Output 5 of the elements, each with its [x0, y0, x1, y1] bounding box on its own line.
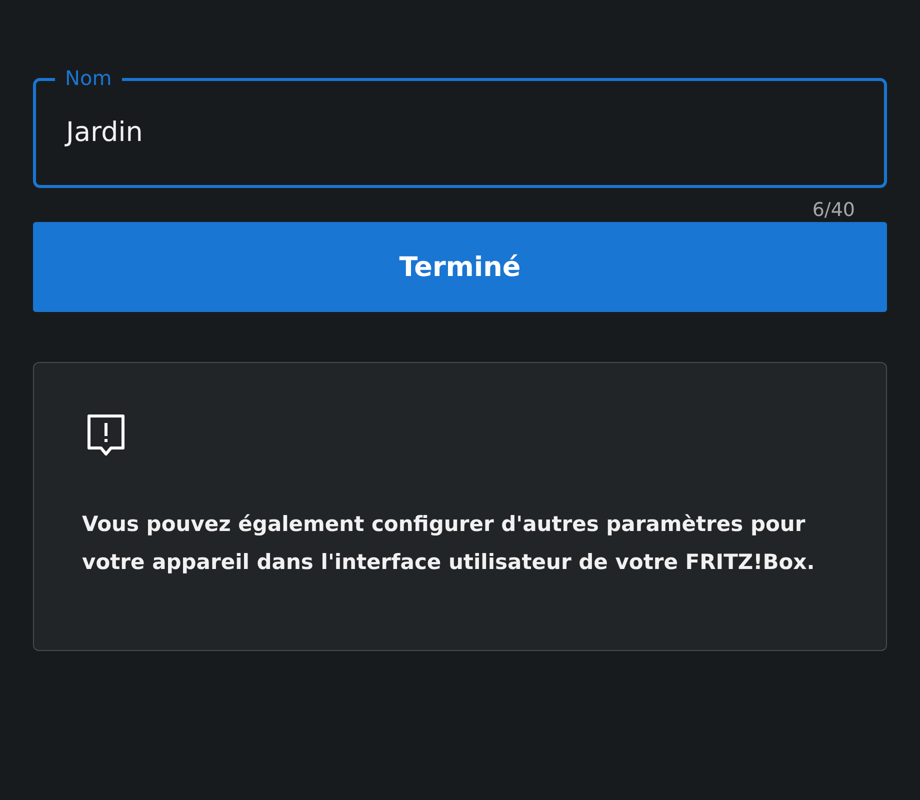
- done-button[interactable]: Terminé: [33, 222, 887, 312]
- alert-message-icon: [86, 413, 126, 457]
- name-field[interactable]: Nom Jardin: [33, 66, 887, 188]
- info-text: Vous pouvez également configurer d'autres paramètres pour votre appareil dans l'interface utilisateur de votre FRITZ!Box.: [82, 511, 816, 576]
- character-counter: 6/40: [812, 198, 855, 222]
